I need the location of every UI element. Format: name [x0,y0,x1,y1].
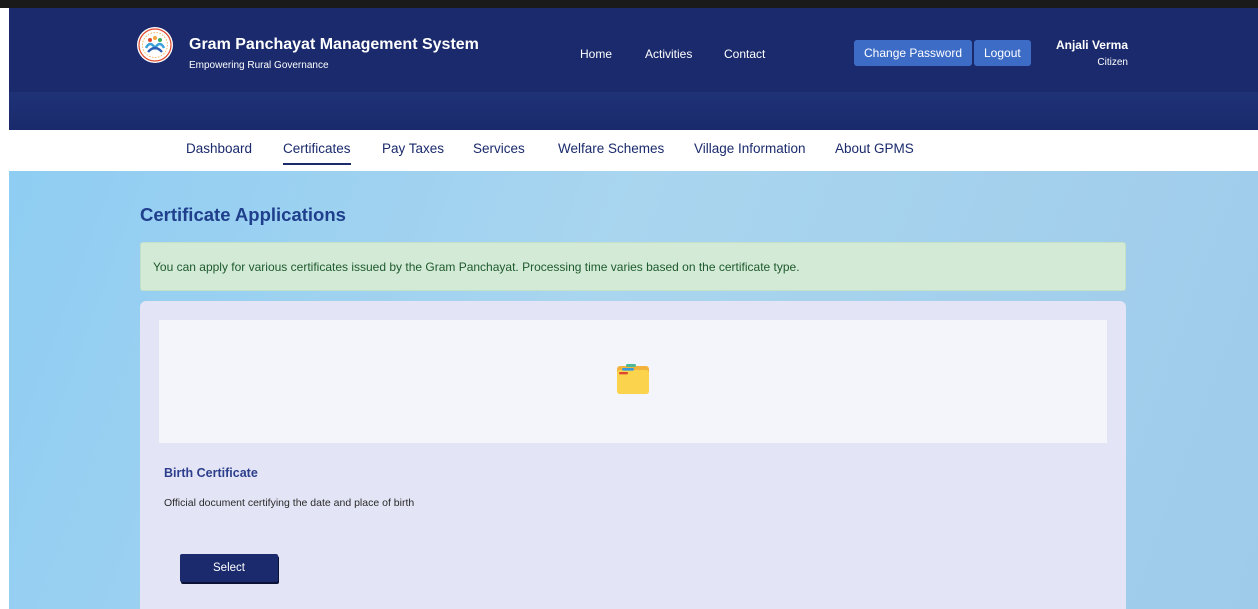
folder-icon-graphic [617,364,649,394]
subnav-village-information-tab[interactable]: Village Information [694,141,806,156]
user-role: Citizen [1097,57,1128,68]
card-image-area [159,320,1107,443]
info-alert: You can apply for various certificates i… [140,242,1126,291]
subnav-certificates-tab[interactable]: Certificates [283,141,351,165]
section-nav: Dashboard Certificates Pay Taxes Service… [9,130,1258,171]
subnav-dashboard-tab[interactable]: Dashboard [186,141,252,156]
subnav-about-gpms-tab[interactable]: About GPMS [835,141,914,156]
info-alert-text: You can apply for various certificates i… [153,259,800,274]
header-band [9,92,1258,130]
certificate-panel: Birth Certificate Official document cert… [140,301,1126,609]
brand-title: Gram Panchayat Management System [189,36,479,53]
card-title: Birth Certificate [164,466,258,480]
window-edge-left [0,0,9,609]
folder-icon [613,359,653,404]
nav-activities-link[interactable]: Activities [645,47,692,61]
site-header: Gram Panchayat Management System Empower… [9,8,1258,130]
user-name: Anjali Verma [1055,38,1128,52]
brand-subtitle: Empowering Rural Governance [189,60,329,71]
panchayat-logo-icon[interactable] [137,27,173,63]
change-password-button[interactable]: Change Password [854,40,973,66]
select-birth-certificate-button[interactable]: Select [180,554,278,582]
window-edge-top [0,0,1258,8]
card-description: Official document certifying the date an… [164,497,415,509]
subnav-services-tab[interactable]: Services [473,141,525,156]
app-frame: Gram Panchayat Management System Empower… [0,0,1258,609]
subnav-pay-taxes-tab[interactable]: Pay Taxes [382,141,444,156]
main-content: Certificate Applications You can apply f… [9,171,1258,609]
panchayat-logo-graphic [138,28,172,62]
nav-contact-link[interactable]: Contact [724,47,765,61]
subnav-welfare-schemes-tab[interactable]: Welfare Schemes [558,141,664,156]
page-title: Certificate Applications [140,204,346,225]
logout-button[interactable]: Logout [974,40,1031,66]
nav-home-link[interactable]: Home [580,47,612,61]
